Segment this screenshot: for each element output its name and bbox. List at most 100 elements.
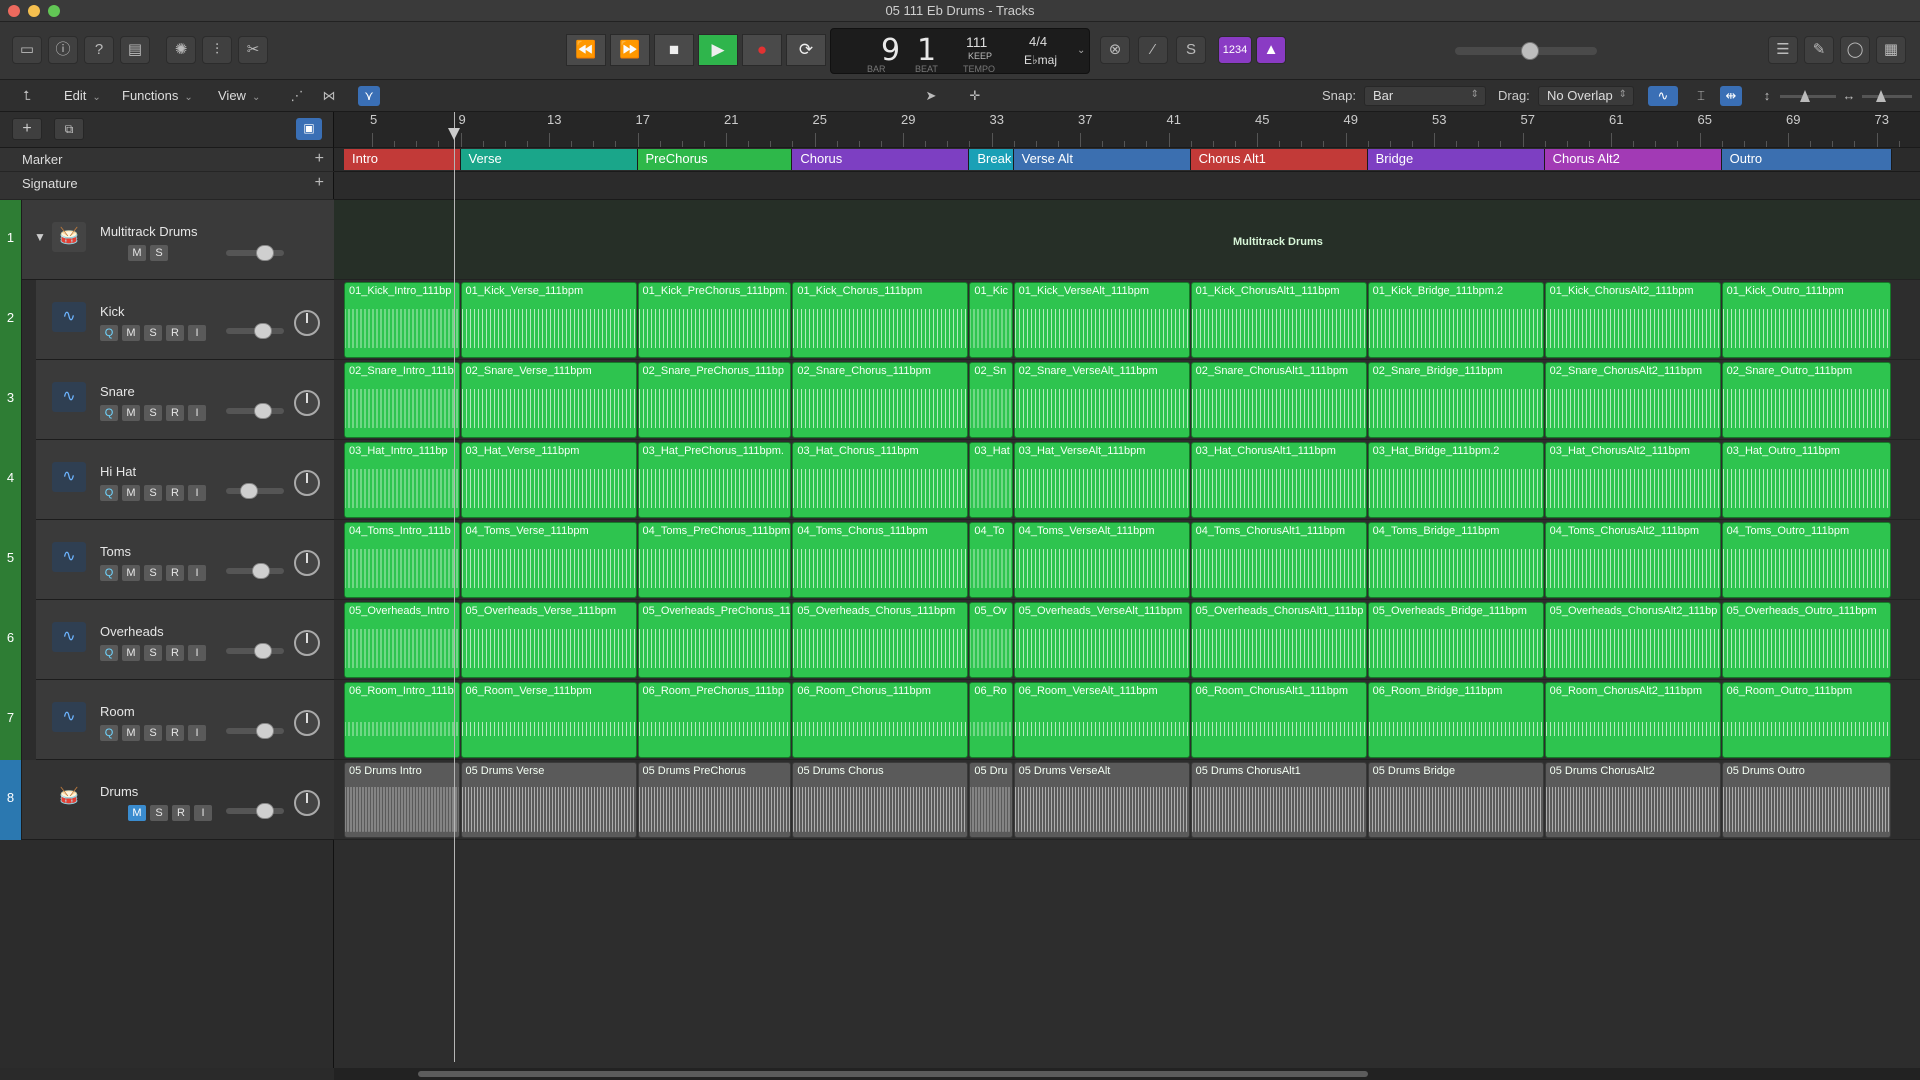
volume-fader[interactable] [226, 483, 284, 499]
audio-region[interactable]: 05_Overheads_ChorusAlt1_111bp [1190, 602, 1367, 678]
record-button[interactable]: ● [742, 34, 782, 66]
master-volume-slider[interactable] [1455, 42, 1597, 60]
input-monitor-button[interactable]: I [188, 325, 206, 341]
audio-region[interactable]: 05_Overheads_Outro_111bpm [1721, 602, 1891, 678]
add-marker-icon[interactable]: + [315, 150, 324, 168]
horizontal-fit-icon[interactable]: ⇹ [1720, 86, 1742, 106]
solo-button[interactable]: S [144, 485, 162, 501]
volume-fader[interactable] [226, 803, 284, 819]
audio-region[interactable]: 04_Toms_Outro_111bpm [1721, 522, 1891, 598]
horizontal-zoom-icon[interactable]: ↔ [1838, 86, 1860, 106]
audio-region[interactable]: 05 Drums ChorusAlt1 [1190, 762, 1367, 838]
audio-region[interactable]: 05_Ov [969, 602, 1013, 678]
audio-region[interactable]: 02_Snare_ChorusAlt2_111bpm [1544, 362, 1721, 438]
bar-ruler[interactable]: 5 9 13 17 21 25 29 33 37 41 45 49 53 57 61 65 69 73 [334, 112, 1920, 148]
marker-bridge[interactable]: Bridge [1367, 149, 1545, 170]
flex-icon[interactable]: ⋈ [318, 86, 340, 106]
marker-lane[interactable]: Intro Verse PreChorus Chorus Break Verse Alt C… [334, 148, 1920, 172]
cycle-button[interactable]: ⟳ [786, 34, 826, 66]
audio-region[interactable]: 02_Snare_Intro_111b [344, 362, 460, 438]
audio-region[interactable]: 04_Toms_Chorus_111bpm [792, 522, 969, 598]
audio-region[interactable]: 06_Ro [969, 682, 1013, 758]
audio-region[interactable]: 01_Kick_Verse_111bpm [460, 282, 637, 358]
audio-region[interactable]: 04_Toms_PreChorus_111bpm [637, 522, 792, 598]
rewind-button[interactable]: ⏪ [566, 34, 606, 66]
duplicate-track-icon[interactable]: ⧉ [54, 118, 84, 140]
audio-region[interactable]: 02_Sn [969, 362, 1013, 438]
volume-fader-knob[interactable] [254, 403, 272, 419]
audio-region[interactable]: 05 Drums Outro [1721, 762, 1891, 838]
audio-region[interactable]: 04_Toms_VerseAlt_111bpm [1013, 522, 1190, 598]
mute-button[interactable]: M [122, 325, 140, 341]
solo-button[interactable]: S [144, 725, 162, 741]
audio-region[interactable]: 06_Room_ChorusAlt2_111bpm [1544, 682, 1721, 758]
volume-fader[interactable] [226, 563, 284, 579]
audio-region[interactable]: 05 Dru [969, 762, 1013, 838]
audio-region[interactable]: 02_Snare_Bridge_111bpm [1367, 362, 1544, 438]
solo-icon[interactable]: S [1176, 36, 1206, 64]
tracks-area[interactable]: Multitrack Drums 01_Kick_Intro_111bp 01_Ki… [334, 200, 1920, 1068]
marker-track-header[interactable]: Marker + [0, 148, 334, 172]
vertical-fit-icon[interactable]: ⌶ [1690, 86, 1712, 106]
audio-region[interactable]: 06_Room_Intro_111b [344, 682, 460, 758]
audio-region[interactable]: 03_Hat_PreChorus_111bpm. [637, 442, 792, 518]
track-header-overheads[interactable]: 6 ∿ Overheads Q M S R I [0, 600, 334, 680]
audio-region[interactable]: 01_Kick_ChorusAlt1_111bpm [1190, 282, 1367, 358]
mute-button[interactable]: M [122, 725, 140, 741]
volume-fader[interactable] [226, 403, 284, 419]
marker-intro[interactable]: Intro [344, 149, 461, 170]
toolbar-icon[interactable]: ▤ [120, 36, 150, 64]
pan-knob[interactable] [294, 470, 320, 496]
quick-help-icon[interactable]: ? [84, 36, 114, 64]
folder-lane[interactable]: Multitrack Drums [334, 200, 1920, 280]
mute-button[interactable]: M [122, 565, 140, 581]
audio-region[interactable]: 05 Drums Bridge [1367, 762, 1544, 838]
add-signature-icon[interactable]: + [315, 174, 324, 192]
audio-region[interactable]: 03_Hat_Outro_111bpm [1721, 442, 1891, 518]
mute-button[interactable]: M [122, 485, 140, 501]
track-lane[interactable]: 05_Overheads_Intro 05_Overheads_Verse_111… [334, 600, 1920, 680]
pan-knob[interactable] [294, 310, 320, 336]
count-in-button[interactable]: 1234 [1218, 36, 1252, 64]
solo-button[interactable]: S [144, 405, 162, 421]
record-enable-button[interactable]: R [166, 565, 184, 581]
audio-region[interactable]: 06_Room_Chorus_111bpm [792, 682, 969, 758]
audio-region[interactable]: 05_Overheads_PreChorus_11 [637, 602, 792, 678]
marker-verse-alt[interactable]: Verse Alt [1013, 149, 1191, 170]
catch-playhead-icon[interactable]: ⋎ [358, 86, 380, 106]
pan-knob[interactable] [294, 550, 320, 576]
audio-region[interactable]: 04_Toms_ChorusAlt2_111bpm [1544, 522, 1721, 598]
secondary-tool-icon[interactable]: ✛ [964, 86, 986, 106]
audio-region[interactable]: 03_Hat_VerseAlt_111bpm [1013, 442, 1190, 518]
quantize-lock-button[interactable]: Q [100, 645, 118, 661]
input-monitor-button[interactable]: I [188, 645, 206, 661]
audio-region[interactable]: 05_Overheads_VerseAlt_111bpm [1013, 602, 1190, 678]
record-enable-button[interactable]: R [166, 645, 184, 661]
horizontal-zoom-slider[interactable] [1862, 90, 1912, 102]
audio-region[interactable]: 04_Toms_Bridge_111bpm [1367, 522, 1544, 598]
audio-region[interactable]: 05_Overheads_Chorus_111bpm [792, 602, 969, 678]
audio-region[interactable]: 03_Hat [969, 442, 1013, 518]
solo-button[interactable]: S [150, 805, 168, 821]
pan-knob[interactable] [294, 710, 320, 736]
audio-region[interactable]: 01_Kick_Intro_111bp [344, 282, 460, 358]
volume-fader[interactable] [226, 723, 284, 739]
library-icon[interactable]: ▭ [12, 36, 42, 64]
audio-region[interactable]: 01_Kick_Chorus_111bpm [792, 282, 969, 358]
playhead[interactable] [454, 112, 455, 1062]
audio-region[interactable]: 01_Kick_ChorusAlt2_111bpm [1544, 282, 1721, 358]
volume-fader-knob[interactable] [256, 723, 274, 739]
pan-knob[interactable] [294, 630, 320, 656]
volume-fader-knob[interactable] [254, 643, 272, 659]
audio-region[interactable]: 03_Hat_Chorus_111bpm [792, 442, 969, 518]
audio-region[interactable]: 05_Overheads_Bridge_111bpm [1367, 602, 1544, 678]
smart-controls-icon[interactable]: ✺ [166, 36, 196, 64]
track-lane[interactable]: 02_Snare_Intro_111b 02_Snare_Verse_111bpm… [334, 360, 1920, 440]
audio-region[interactable]: 04_Toms_Verse_111bpm [460, 522, 637, 598]
volume-fader-knob[interactable] [256, 245, 274, 261]
audio-region[interactable]: 02_Snare_Outro_111bpm [1721, 362, 1891, 438]
inspector-icon[interactable]: ⓘ [48, 36, 78, 64]
audio-region[interactable]: 05 Drums VerseAlt [1013, 762, 1190, 838]
marker-chorus-alt2[interactable]: Chorus Alt2 [1544, 149, 1722, 170]
audio-region[interactable]: 03_Hat_Verse_111bpm [460, 442, 637, 518]
